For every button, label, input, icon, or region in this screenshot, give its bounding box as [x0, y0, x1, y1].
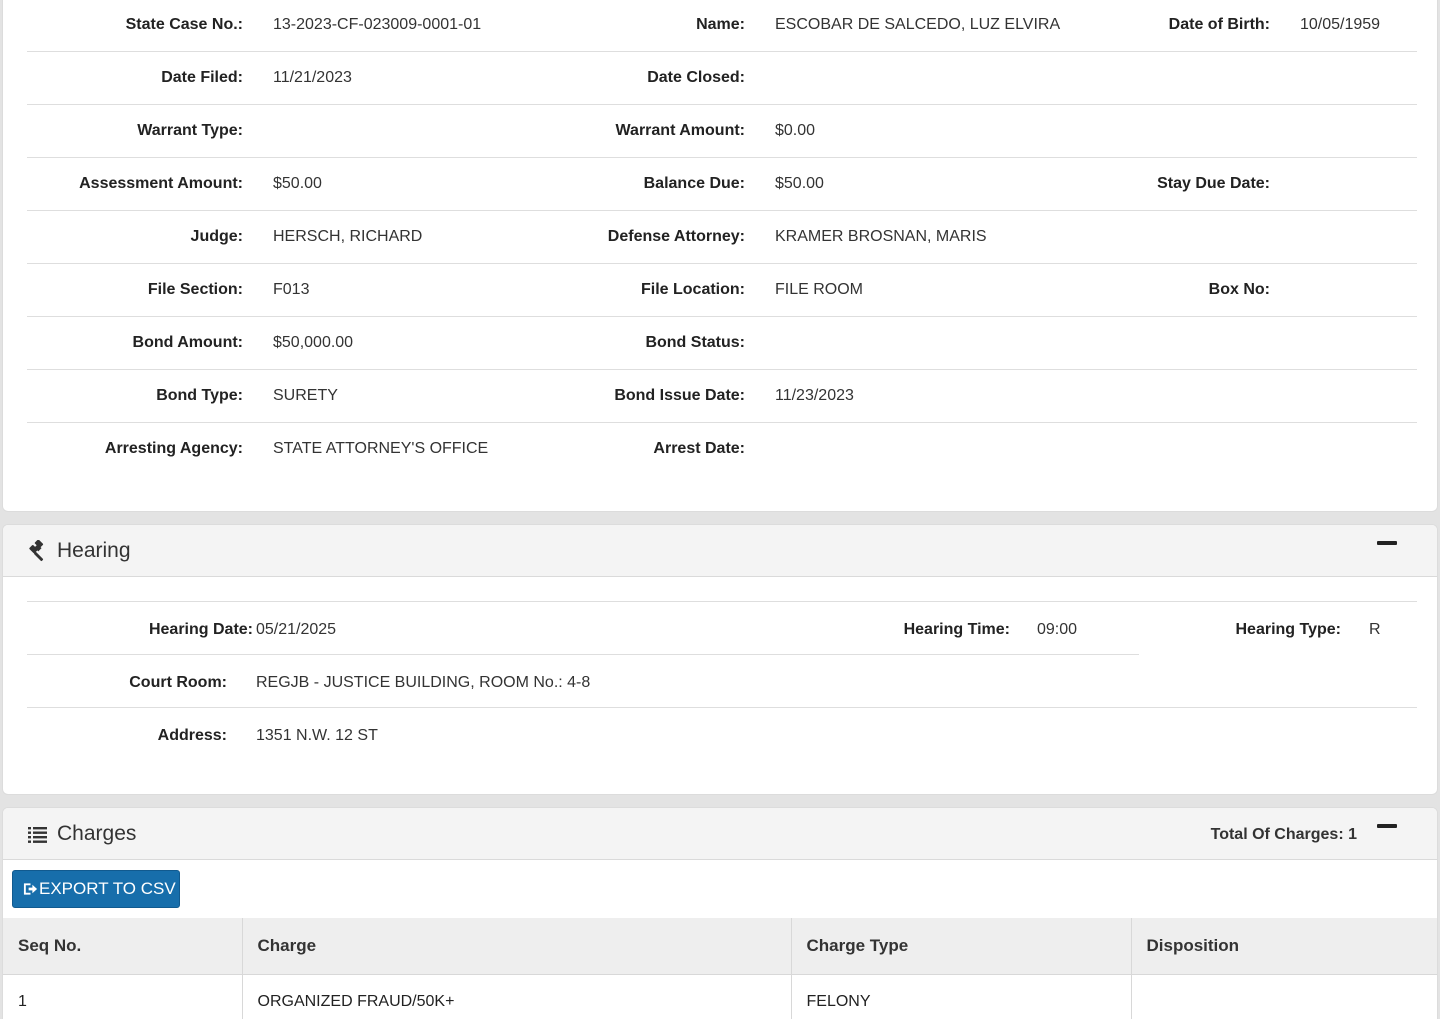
case-detail-row: Arresting Agency: STATE ATTORNEY'S OFFICE… [27, 423, 1417, 476]
case-field-value: 11/23/2023 [775, 387, 854, 404]
charges-header[interactable]: Charges Total Of Charges: 1 [3, 808, 1437, 860]
case-field-value: F013 [273, 281, 310, 298]
case-field-value: $0.00 [775, 122, 816, 139]
case-field-value: STATE ATTORNEY'S OFFICE [273, 440, 489, 457]
case-field-label: Name: [696, 16, 745, 33]
case-field-label: Bond Issue Date: [614, 387, 745, 404]
case-field-value: SURETY [273, 387, 338, 404]
court-room-label: Court Room: [129, 674, 227, 691]
hearing-row-2: Court Room: REGJB - JUSTICE BUILDING, RO… [27, 655, 1417, 708]
column-header-seq-no[interactable]: Seq No. [3, 918, 243, 975]
case-field-label: Bond Type: [156, 387, 243, 404]
hearing-section: Hearing Hearing Date: 05/21/2025 Hearing… [2, 524, 1438, 795]
case-detail-row: Warrant Type: Warrant Amount: $0.00 [27, 105, 1417, 158]
seq-no-cell: 1 [3, 974, 243, 1019]
case-detail-row: Date Filed: 11/21/2023 Date Closed: [27, 52, 1417, 105]
case-field-label: Stay Due Date: [1157, 175, 1270, 192]
hearing-type-value: R [1369, 621, 1381, 638]
charges-table: Seq No. Charge Charge Type Disposition 1… [3, 918, 1437, 1019]
case-detail-row: Judge: HERSCH, RICHARD Defense Attorney: KR… [27, 211, 1417, 264]
case-field-label: Arrest Date: [653, 440, 745, 457]
address-label: Address: [157, 727, 227, 744]
case-field-label: Date of Birth: [1168, 16, 1270, 33]
case-field-value: HERSCH, RICHARD [273, 228, 423, 245]
hearing-type-label: Hearing Type: [1235, 621, 1342, 638]
disposition-cell [1131, 974, 1437, 1019]
case-detail-row: Assessment Amount: $50.00 Balance Due: $50.… [27, 158, 1417, 211]
export-to-csv-button[interactable]: EXPORT TO CSV [12, 870, 180, 908]
case-field-value: 11/21/2023 [273, 69, 352, 86]
case-field-label: File Section: [147, 281, 243, 298]
case-field-label: File Location: [641, 281, 745, 298]
charges-title: Charges [57, 822, 137, 845]
hearing-time-value: 09:00 [1037, 621, 1078, 638]
case-field-label: Arresting Agency: [104, 440, 243, 457]
list-icon [28, 827, 47, 843]
table-row: 1 ORGANIZED FRAUD/50K+ FELONY [3, 974, 1437, 1019]
case-details-panel: State Case No.: 13-2023-CF-023009-0001-01… [2, 0, 1438, 512]
case-field-value: $50.00 [775, 175, 824, 192]
column-header-charge-type[interactable]: Charge Type [791, 918, 1132, 975]
case-field-label: Balance Due: [643, 175, 745, 192]
export-icon [23, 883, 38, 895]
charges-collapse-button[interactable] [1377, 824, 1397, 828]
case-detail-row: File Section: F013 File Location: FILE ROOM… [27, 264, 1417, 317]
export-button-label: EXPORT TO CSV [39, 879, 176, 898]
case-field-value: $50,000.00 [273, 334, 354, 351]
court-room-value: REGJB - JUSTICE BUILDING, ROOM No.: 4-8 [256, 674, 591, 691]
case-field-label: Box No: [1208, 281, 1270, 298]
case-detail-row: Bond Amount: $50,000.00 Bond Status: [27, 317, 1417, 370]
column-header-charge[interactable]: Charge [242, 918, 792, 975]
hearing-collapse-button[interactable] [1377, 541, 1397, 545]
case-field-label: Assessment Amount: [79, 175, 243, 192]
hearing-date-label: Hearing Date: [148, 621, 253, 638]
case-field-value: $50.00 [273, 175, 322, 192]
case-field-label: State Case No.: [125, 16, 243, 33]
case-field-label: Date Closed: [647, 69, 745, 86]
case-field-label: Warrant Amount: [615, 122, 745, 139]
total-charges-count: Total Of Charges: 1 [1210, 826, 1357, 843]
case-field-label: Defense Attorney: [607, 228, 745, 245]
case-field-label: Bond Amount: [132, 334, 243, 351]
hearing-row-1: Hearing Date: 05/21/2025 Hearing Time: 0… [27, 602, 1139, 655]
case-field-label: Judge: [190, 228, 243, 245]
charge-cell: ORGANIZED FRAUD/50K+ [242, 974, 792, 1019]
column-header-disposition[interactable]: Disposition [1131, 918, 1437, 975]
case-field-label: Warrant Type: [137, 122, 243, 139]
hearing-title: Hearing [57, 539, 131, 562]
hearing-type-cell: Hearing Type: R [1139, 602, 1417, 655]
gavel-icon [29, 540, 44, 562]
hearing-date-value: 05/21/2025 [256, 621, 337, 638]
charges-table-header-row: Seq No. Charge Charge Type Disposition [3, 918, 1437, 975]
case-field-value: KRAMER BROSNAN, MARIS [775, 228, 987, 245]
address-value: 1351 N.W. 12 ST [256, 727, 378, 744]
case-field-label: Date Filed: [161, 69, 243, 86]
case-detail-row: Bond Type: SURETY Bond Issue Date: 11/23/20… [27, 370, 1417, 423]
hearing-header[interactable]: Hearing [3, 525, 1437, 577]
case-field-value: 13-2023-CF-023009-0001-01 [273, 16, 482, 33]
hearing-time-label: Hearing Time: [903, 621, 1010, 638]
case-detail-row: State Case No.: 13-2023-CF-023009-0001-01… [27, 0, 1417, 52]
hearing-row-3: Address: 1351 N.W. 12 ST [27, 708, 1417, 761]
case-field-label: Bond Status: [645, 334, 745, 351]
case-field-value: ESCOBAR DE SALCEDO, LUZ ELVIRA [775, 16, 1061, 33]
case-field-value: FILE ROOM [775, 281, 864, 298]
case-field-value: 10/05/1959 [1300, 16, 1381, 33]
charge-type-cell: FELONY [791, 974, 1132, 1019]
charges-section: Charges Total Of Charges: 1 EXPORT TO CS… [2, 807, 1438, 1019]
